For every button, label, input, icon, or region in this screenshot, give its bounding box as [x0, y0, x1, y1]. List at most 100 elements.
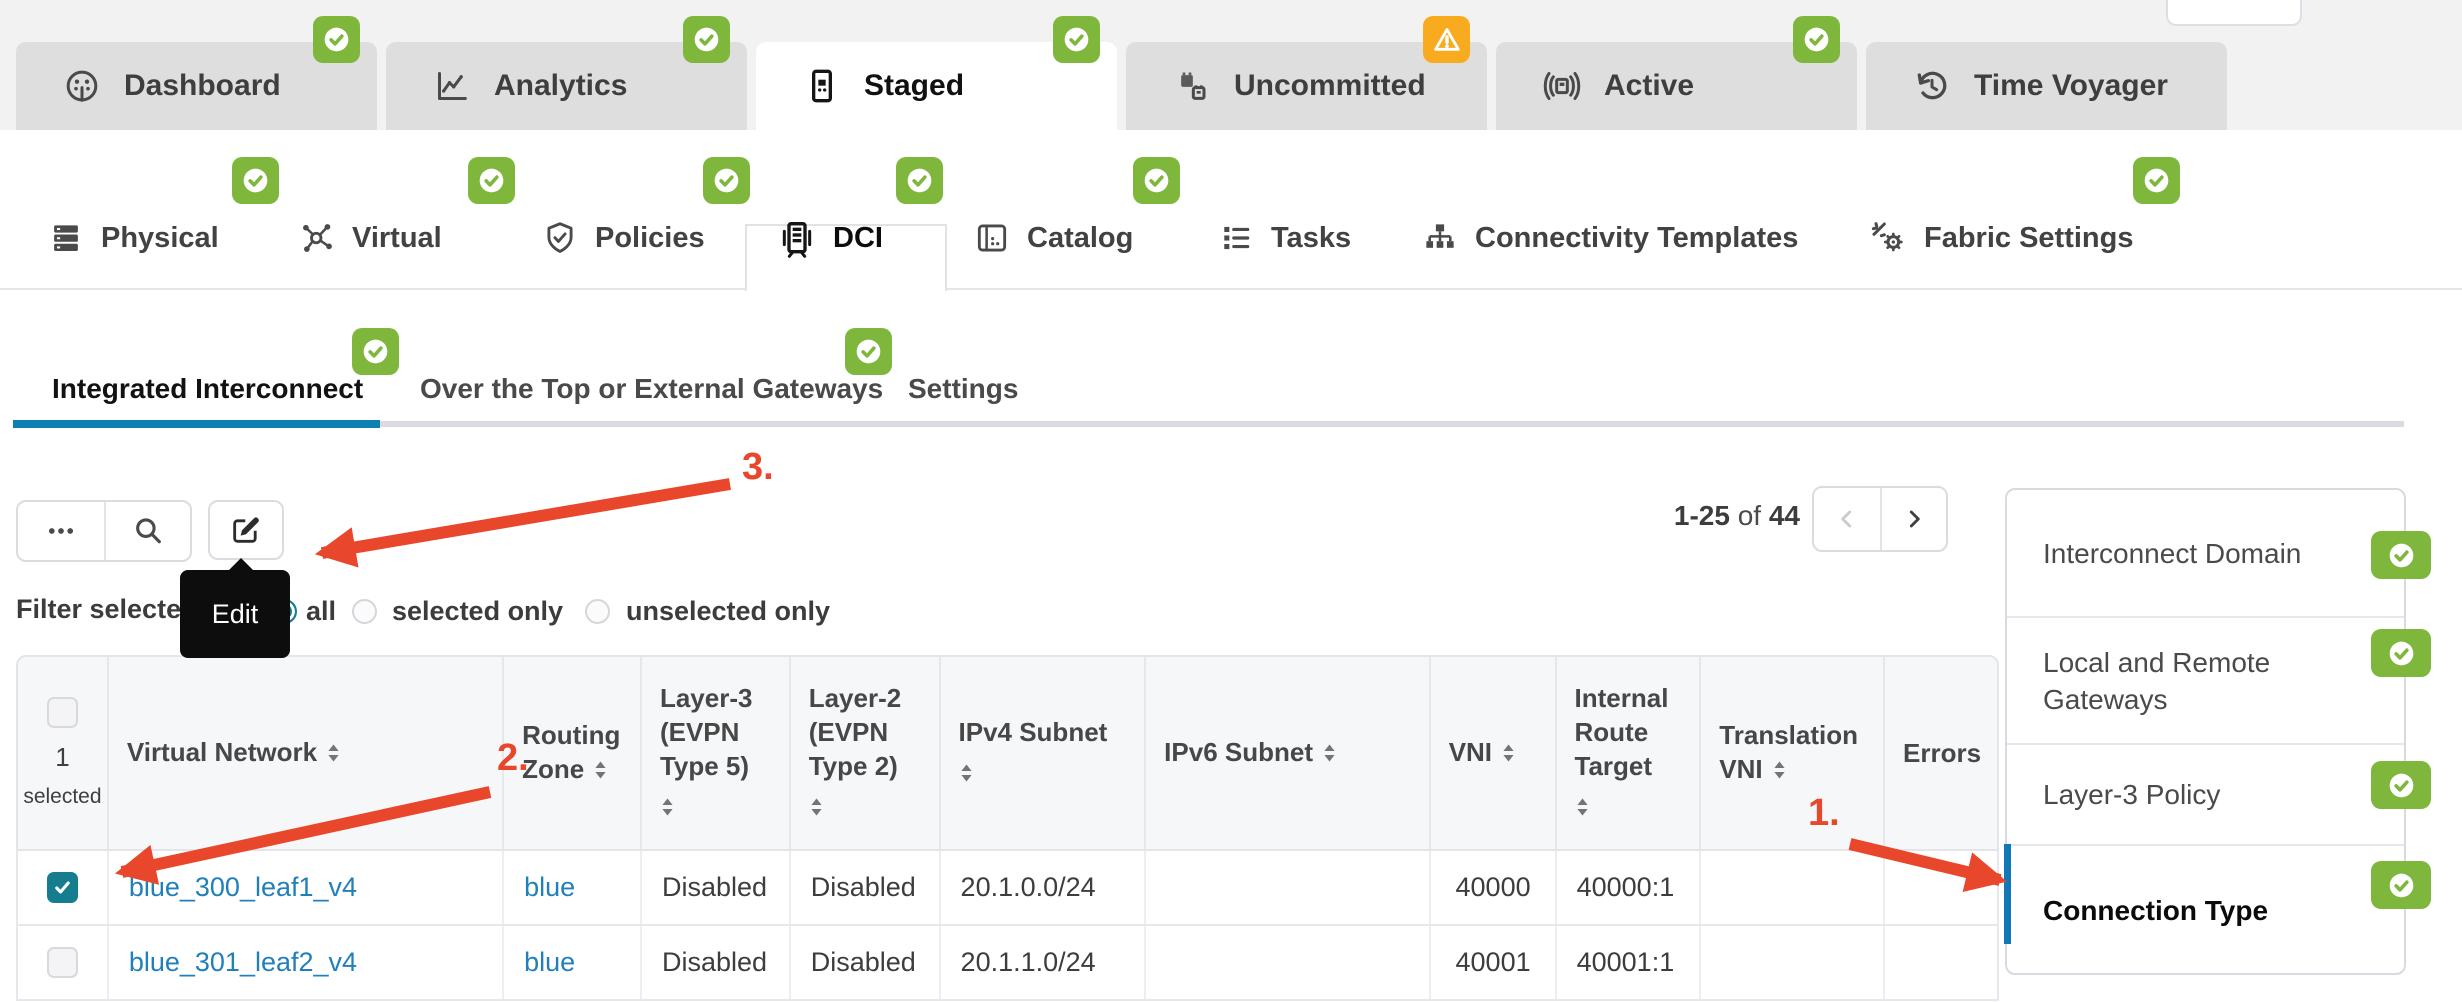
column-header-translation-vni[interactable]: Translation VNI: [1699, 657, 1883, 849]
edit-tooltip: Edit: [180, 570, 290, 658]
select-all-checkbox[interactable]: [47, 697, 78, 728]
column-label: Errors: [1903, 738, 1981, 768]
column-label: VNI: [1449, 737, 1492, 767]
dashboard-icon: [62, 66, 102, 106]
sort-icon[interactable]: [326, 737, 341, 771]
subtab-tasks[interactable]: Tasks: [1217, 205, 1351, 271]
tab-active[interactable]: Active: [1496, 42, 1857, 130]
subtab-label: Policies: [595, 222, 705, 255]
table-header-row: 1 selected Virtual Network Routing Zone …: [16, 655, 1999, 851]
annotation-step-3: 3.: [742, 446, 774, 489]
tab-analytics[interactable]: Analytics: [386, 42, 747, 130]
staged-subnav: Physical Virtual Policies DCI Catalog Ta…: [0, 130, 2462, 291]
check-badge: [352, 328, 399, 375]
subtab-physical[interactable]: Physical: [47, 205, 219, 271]
subtab-catalog[interactable]: Catalog: [973, 205, 1133, 271]
virtual-network-link[interactable]: blue_300_leaf1_v4: [129, 872, 357, 903]
routing-zone-link[interactable]: blue: [524, 872, 575, 903]
cell-vni: 40001: [1456, 947, 1531, 978]
tab-label: Analytics: [494, 69, 627, 103]
filter-radio-unselected-only[interactable]: [585, 599, 610, 624]
column-header-internal-route-target[interactable]: Internal Route Target: [1555, 657, 1700, 849]
sort-icon[interactable]: [959, 757, 1127, 791]
next-page-button[interactable]: [1880, 488, 1946, 550]
tab-dashboard[interactable]: Dashboard: [16, 42, 377, 130]
column-header-routing-zone[interactable]: Routing Zone: [502, 657, 640, 849]
panel-item-layer3-policy[interactable]: Layer-3 Policy: [2007, 743, 2404, 844]
filter-option-label[interactable]: all: [306, 596, 336, 627]
sort-icon[interactable]: [809, 791, 921, 825]
cell-layer2: Disabled: [811, 872, 916, 903]
tooltip-text: Edit: [212, 599, 259, 630]
virtual-network-link[interactable]: blue_301_leaf2_v4: [129, 947, 357, 978]
check-badge: [2371, 761, 2431, 809]
uncommitted-icon: [1172, 66, 1212, 106]
top-nav-strip: Dashboard Analytics Staged Uncommitted A…: [0, 0, 2462, 130]
subtab-dci[interactable]: DCI: [777, 205, 883, 271]
check-badge: [1793, 16, 1840, 63]
tooltip-caret: [228, 558, 254, 571]
tab-staged[interactable]: Staged: [756, 42, 1117, 130]
table-row: blue_300_leaf1_v4 blue Disabled Disabled…: [16, 851, 1999, 926]
panel-item-interconnect-domain[interactable]: Interconnect Domain: [2007, 490, 2404, 616]
more-options-button[interactable]: [18, 502, 104, 560]
column-header-errors[interactable]: Errors: [1883, 657, 1997, 849]
tab-integrated-interconnect[interactable]: Integrated Interconnect: [52, 366, 363, 412]
column-label: Layer-2 (EVPN Type 2): [809, 683, 902, 781]
column-header-layer3[interactable]: Layer-3 (EVPN Type 5): [640, 657, 789, 849]
cell-vni: 40000: [1456, 872, 1531, 903]
arrow-step3: [322, 484, 730, 553]
column-label: IPv4 Subnet: [959, 717, 1108, 747]
sort-icon[interactable]: [1772, 754, 1787, 788]
filter-option-label[interactable]: unselected only: [626, 596, 830, 627]
sort-icon[interactable]: [1322, 737, 1337, 771]
cell-layer2: Disabled: [811, 947, 916, 978]
search-button[interactable]: [104, 502, 190, 560]
row-checkbox[interactable]: [47, 872, 78, 903]
subtab-label: Physical: [101, 222, 219, 255]
top-right-partial-button[interactable]: [2166, 0, 2302, 26]
tab-time-voyager[interactable]: Time Voyager: [1866, 42, 2227, 130]
pagination-of: of: [1738, 500, 1761, 531]
tab-uncommitted[interactable]: Uncommitted: [1126, 42, 1487, 130]
column-header-virtual-network[interactable]: Virtual Network: [107, 657, 502, 849]
row-checkbox[interactable]: [47, 947, 78, 978]
tab-settings[interactable]: Settings: [908, 366, 1018, 412]
table-row: blue_301_leaf2_v4 blue Disabled Disabled…: [16, 926, 1999, 1001]
column-header-ipv4-subnet[interactable]: IPv4 Subnet: [939, 657, 1145, 849]
warning-badge: [1423, 16, 1470, 63]
check-badge: [683, 16, 730, 63]
dci-tabs: Integrated Interconnect Over the Top or …: [0, 290, 2462, 430]
previous-page-button[interactable]: [1814, 488, 1880, 550]
dci-icon: [777, 218, 817, 258]
column-header-layer2[interactable]: Layer-2 (EVPN Type 2): [789, 657, 939, 849]
subtab-virtual[interactable]: Virtual: [298, 205, 442, 271]
column-header-ipv6-subnet[interactable]: IPv6 Subnet: [1144, 657, 1429, 849]
check-badge: [845, 328, 892, 375]
column-header-vni[interactable]: VNI: [1429, 657, 1555, 849]
subtab-fabric-settings[interactable]: Fabric Settings: [1868, 205, 2134, 271]
filter-option-label[interactable]: selected only: [392, 596, 563, 627]
chevron-right-icon: [1901, 506, 1927, 532]
filter-radio-selected-only[interactable]: [352, 599, 377, 624]
subtab-label: DCI: [833, 222, 883, 255]
subtab-connectivity-templates[interactable]: Connectivity Templates: [1421, 205, 1798, 271]
panel-item-label: Layer-3 Policy: [2043, 776, 2314, 813]
column-label: Virtual Network: [127, 737, 317, 767]
routing-zone-link[interactable]: blue: [524, 947, 575, 978]
sort-icon[interactable]: [1501, 737, 1516, 771]
sort-icon[interactable]: [593, 754, 608, 788]
panel-item-connection-type[interactable]: Connection Type: [2007, 844, 2404, 975]
sort-icon[interactable]: [1575, 791, 1682, 825]
sort-icon[interactable]: [660, 791, 771, 825]
tab-over-the-top-or-external-gateways[interactable]: Over the Top or External Gateways: [420, 366, 883, 412]
subtab-policies[interactable]: Policies: [541, 205, 705, 271]
time-voyager-icon: [1912, 66, 1952, 106]
panel-item-local-and-remote-gateways[interactable]: Local and Remote Gateways: [2007, 616, 2404, 743]
column-label: Translation VNI: [1719, 720, 1858, 784]
subtab-label: Connectivity Templates: [1475, 222, 1798, 255]
edit-button[interactable]: [208, 500, 284, 560]
table-toolbar: [16, 500, 192, 562]
analytics-icon: [432, 66, 472, 106]
check-badge: [2133, 157, 2180, 204]
